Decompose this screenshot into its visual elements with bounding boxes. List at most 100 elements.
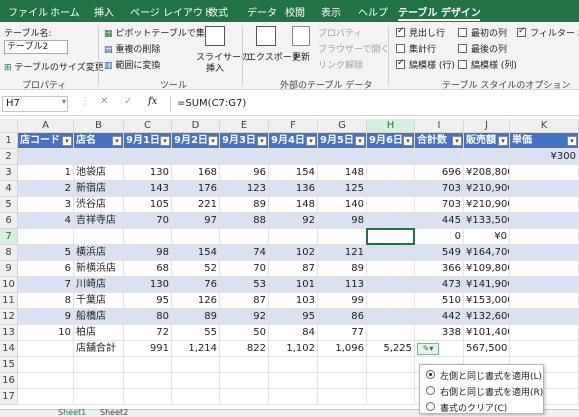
table-cell[interactable]: 0 bbox=[415, 229, 464, 245]
row-header-4[interactable]: 4 bbox=[0, 181, 18, 197]
table-cell[interactable]: 50 bbox=[220, 325, 269, 341]
table-cell[interactable]: ¥208,800 bbox=[464, 165, 510, 181]
table-cell[interactable]: 176 bbox=[172, 181, 220, 197]
table-cell[interactable]: ¥141,900 bbox=[464, 277, 510, 293]
format-left-radio[interactable] bbox=[426, 370, 435, 379]
row-header-11[interactable]: 11 bbox=[0, 293, 18, 309]
empty-cell[interactable] bbox=[367, 389, 415, 405]
table-cell[interactable]: 130 bbox=[124, 277, 172, 293]
total-cell[interactable]: 5,225 bbox=[367, 341, 415, 357]
table-cell[interactable] bbox=[510, 277, 579, 293]
column-header-d[interactable]: D bbox=[172, 119, 220, 133]
table-cell[interactable]: 72 bbox=[124, 325, 172, 341]
table-cell[interactable] bbox=[74, 149, 124, 165]
empty-cell[interactable] bbox=[318, 357, 367, 373]
table-cell[interactable]: 696 bbox=[415, 165, 464, 181]
table-cell[interactable] bbox=[510, 197, 579, 213]
column-header-k[interactable]: K bbox=[510, 119, 579, 133]
table-cell[interactable]: 442 bbox=[415, 309, 464, 325]
table-cell[interactable] bbox=[74, 229, 124, 245]
table-cell[interactable]: 510 bbox=[415, 293, 464, 309]
table-cell[interactable]: 84 bbox=[269, 325, 318, 341]
table-cell[interactable] bbox=[510, 245, 579, 261]
table-cell[interactable]: 74 bbox=[220, 245, 269, 261]
total-row-checkbox[interactable] bbox=[396, 44, 405, 53]
table-cell[interactable] bbox=[367, 197, 415, 213]
tab-review[interactable]: 校閲 bbox=[285, 4, 305, 19]
tab-file[interactable]: ファイル bbox=[8, 4, 48, 19]
table-cell[interactable]: 473 bbox=[415, 277, 464, 293]
empty-cell[interactable] bbox=[172, 389, 220, 405]
remove-duplicates-button[interactable]: ▤ 重複の削除 bbox=[104, 42, 160, 55]
empty-cell[interactable] bbox=[124, 389, 172, 405]
tab-formulas[interactable]: 数式 bbox=[208, 4, 228, 19]
table-cell[interactable] bbox=[367, 213, 415, 229]
empty-cell[interactable] bbox=[172, 357, 220, 373]
table-cell[interactable]: 130 bbox=[124, 165, 172, 181]
insert-function-icon[interactable]: fx bbox=[148, 96, 157, 107]
row-header-8[interactable]: 8 bbox=[0, 245, 18, 261]
total-cell[interactable]: 1,214 bbox=[172, 341, 220, 357]
table-cell[interactable]: 80 bbox=[124, 309, 172, 325]
tab-insert[interactable]: 挿入 bbox=[94, 4, 114, 19]
table-cell[interactable]: ¥132,600 bbox=[464, 309, 510, 325]
row-header-16[interactable]: 16 bbox=[0, 373, 18, 389]
formula-input[interactable]: =SUM(C7:G7) bbox=[170, 96, 579, 112]
table-cell[interactable]: ¥133,500 bbox=[464, 213, 510, 229]
row-header-2[interactable]: 2 bbox=[0, 149, 18, 165]
filter-dropdown-icon[interactable]: ▾ bbox=[257, 136, 267, 146]
table-cell[interactable]: 123 bbox=[220, 181, 269, 197]
table-cell[interactable]: 154 bbox=[172, 245, 220, 261]
total-cell[interactable] bbox=[510, 341, 579, 357]
row-header-6[interactable]: 6 bbox=[0, 213, 18, 229]
empty-cell[interactable] bbox=[74, 389, 124, 405]
empty-cell[interactable] bbox=[269, 373, 318, 389]
table-cell[interactable]: 横浜店 bbox=[74, 245, 124, 261]
format-right-option[interactable]: 右側と同じ書式を適用(R) bbox=[440, 385, 543, 398]
tab-page-layout[interactable]: ページ レイアウト bbox=[130, 4, 213, 19]
table-cell[interactable]: ¥164,700 bbox=[464, 245, 510, 261]
empty-cell[interactable] bbox=[367, 373, 415, 389]
total-cell[interactable]: 991 bbox=[124, 341, 172, 357]
table-cell[interactable]: 5 bbox=[18, 245, 74, 261]
table-cell[interactable]: 77 bbox=[318, 325, 367, 341]
filter-dropdown-icon[interactable]: ▾ bbox=[208, 136, 218, 146]
table-cell[interactable] bbox=[124, 149, 172, 165]
tab-home[interactable]: ホーム bbox=[50, 4, 80, 19]
open-in-browser-button[interactable]: ブラウザーで開く bbox=[318, 42, 389, 55]
table-cell[interactable]: 143 bbox=[124, 181, 172, 197]
table-cell[interactable]: 吉祥寺店 bbox=[74, 213, 124, 229]
row-header-9[interactable]: 9 bbox=[0, 261, 18, 277]
table-cell[interactable]: 川崎店 bbox=[74, 277, 124, 293]
pivot-summary-button[interactable]: ▦ ピボットテーブルで集計 bbox=[104, 26, 214, 39]
empty-cell[interactable] bbox=[318, 373, 367, 389]
table-cell[interactable]: 99 bbox=[318, 293, 367, 309]
table-cell[interactable]: 105 bbox=[124, 197, 172, 213]
table-cell[interactable] bbox=[367, 325, 415, 341]
table-cell[interactable]: 148 bbox=[269, 197, 318, 213]
empty-cell[interactable] bbox=[18, 357, 74, 373]
table-cell[interactable] bbox=[510, 181, 579, 197]
refresh-button[interactable]: 更新 bbox=[292, 50, 310, 63]
table-cell[interactable] bbox=[367, 293, 415, 309]
table-cell[interactable]: 88 bbox=[220, 213, 269, 229]
table-cell[interactable] bbox=[18, 229, 74, 245]
table-cell[interactable] bbox=[510, 325, 579, 341]
total-cell[interactable]: 1,096 bbox=[318, 341, 367, 357]
table-cell[interactable]: 87 bbox=[220, 293, 269, 309]
table-cell[interactable] bbox=[220, 229, 269, 245]
empty-cell[interactable] bbox=[367, 357, 415, 373]
table-cell[interactable]: 221 bbox=[172, 197, 220, 213]
table-cell[interactable]: 8 bbox=[18, 293, 74, 309]
total-cell[interactable]: 店舗合計 bbox=[74, 341, 124, 357]
table-cell[interactable]: 柏店 bbox=[74, 325, 124, 341]
name-box[interactable]: H7 bbox=[2, 96, 68, 112]
tab-table-design[interactable]: テーブル デザイン bbox=[398, 4, 481, 19]
row-header-7[interactable]: 7 bbox=[0, 229, 18, 245]
table-cell[interactable] bbox=[367, 277, 415, 293]
table-cell[interactable]: 池袋店 bbox=[74, 165, 124, 181]
table-cell[interactable]: 10 bbox=[18, 325, 74, 341]
table-cell[interactable]: 89 bbox=[318, 261, 367, 277]
empty-cell[interactable] bbox=[124, 373, 172, 389]
column-header-c[interactable]: C bbox=[124, 119, 172, 133]
